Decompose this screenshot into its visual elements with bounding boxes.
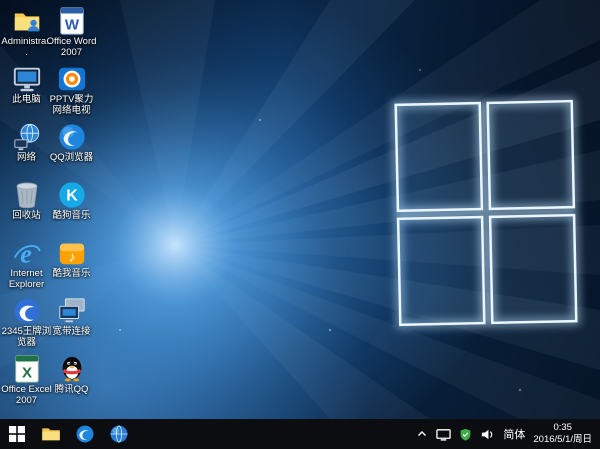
svg-text:♪: ♪ [68,248,75,264]
svg-text:W: W [64,16,79,33]
qq-browser-taskbar-button[interactable] [68,419,102,449]
desktop-icon-label: 网络 [1,153,52,164]
computer-monitor-icon [11,64,43,94]
desktop-icon-label: Internet Explorer [1,269,52,291]
clock-time: 0:35 [533,422,592,434]
speaker-icon [480,427,495,442]
desktop-icon-label: 酷我音乐 [46,269,97,280]
recycle-bin-icon [11,180,43,210]
desktop-icon-office-word[interactable]: W Office Word 2007 [49,6,94,64]
broadband-connection-icon [56,296,88,326]
desktop-icon-label: Administra... [1,37,52,59]
svg-text:X: X [21,364,31,381]
desktop-icon-broadband-connection[interactable]: 宽带连接 [49,296,94,354]
qq-penguin-icon [56,354,88,384]
system-tray: 简体 0:35 2016/5/1/周日 [416,419,600,449]
kuwo-music-icon: ♪ [56,238,88,268]
tray-expand-button[interactable] [416,419,428,449]
window-logo [396,101,577,325]
desktop-icon-kugou-music[interactable]: K 酷狗音乐 [49,180,94,238]
file-explorer-button[interactable] [34,419,68,449]
windows-logo-icon [9,426,25,442]
clock-date: 2016/5/1/周日 [533,434,592,446]
tray-security-button[interactable] [459,419,472,449]
start-button[interactable] [0,419,34,449]
desktop-icon-label: Office Word 2007 [46,37,97,59]
desktop-icon-label: 宽带连接 [46,327,97,338]
desktop-wallpaper[interactable]: Administra... W Office Word 2007 此电脑 PPT… [0,0,600,419]
chevron-up-icon [416,428,428,440]
folder-icon [41,424,61,444]
desktop-icon-this-pc[interactable]: 此电脑 [4,64,49,122]
excel-document-icon: X [11,354,43,384]
pptv-icon [56,64,88,94]
desktop-icon-kuwo-music[interactable]: ♪ 酷我音乐 [49,238,94,296]
desktop-icon-network[interactable]: 网络 [4,122,49,180]
internet-browser-taskbar-button[interactable] [102,419,136,449]
tray-display-button[interactable] [436,419,451,449]
desktop-icon-grid: Administra... W Office Word 2007 此电脑 PPT… [4,6,94,412]
desktop-icon-office-excel[interactable]: X Office Excel 2007 [4,354,49,412]
desktop-icon-label: 腾讯QQ [46,385,97,396]
desktop-icon-label: 回收站 [1,211,52,222]
desktop-icon-tencent-qq[interactable]: 腾讯QQ [49,354,94,412]
word-document-icon: W [56,6,88,36]
desktop-icon-label: QQ浏览器 [46,153,97,164]
svg-text:e: e [20,239,32,268]
desktop-icon-label: 2345王牌浏览器 [1,327,52,349]
desktop-icon-2345-browser[interactable]: 2345王牌浏览器 [4,296,49,354]
desktop-icon-pptv[interactable]: PPTV聚力 网络电视 [49,64,94,122]
shield-icon [459,428,472,441]
language-indicator[interactable]: 简体 [503,426,525,442]
desktop-icon-recycle-bin[interactable]: 回收站 [4,180,49,238]
desktop-icon-label: 酷狗音乐 [46,211,97,222]
globe-browser-icon [109,424,129,444]
desktop-icon-label: 此电脑 [1,95,52,106]
tray-volume-button[interactable] [480,419,495,449]
desktop-icon-administrator[interactable]: Administra... [4,6,49,64]
desktop-icon-label: Office Excel 2007 [1,385,52,407]
kugou-music-icon: K [56,180,88,210]
qq-browser-icon [75,424,95,444]
qq-browser-icon [56,122,88,152]
2345-browser-icon [11,296,43,326]
network-globe-icon [11,122,43,152]
desktop-icon-internet-explorer[interactable]: e Internet Explorer [4,238,49,296]
display-icon [436,427,451,442]
user-folder-icon [11,6,43,36]
svg-text:K: K [66,188,78,205]
internet-explorer-icon: e [11,238,43,268]
clock[interactable]: 0:35 2016/5/1/周日 [533,422,592,447]
desktop-icon-label: PPTV聚力 网络电视 [46,95,97,117]
taskbar: 简体 0:35 2016/5/1/周日 [0,419,600,449]
desktop-icon-qq-browser[interactable]: QQ浏览器 [49,122,94,180]
